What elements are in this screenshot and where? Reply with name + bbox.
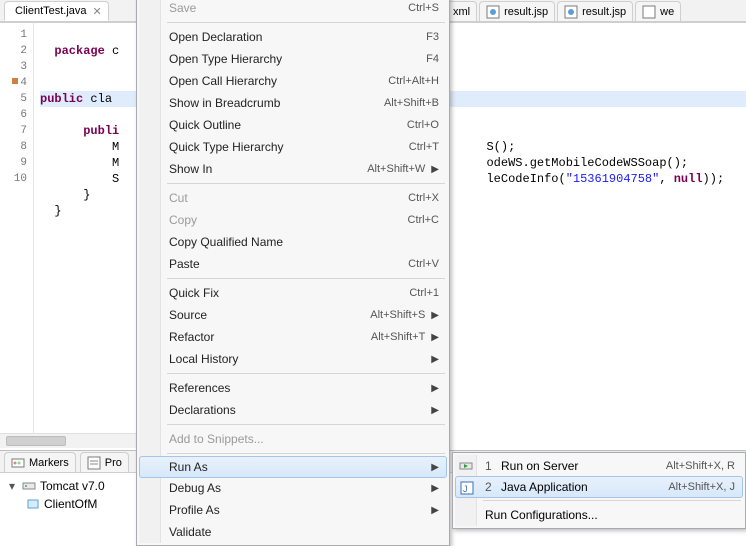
view-tab-pro[interactable]: Pro: [80, 452, 129, 472]
run-on-server-icon: [459, 459, 473, 473]
menu-item-refactor[interactable]: RefactorAlt+Shift+T▶: [139, 326, 447, 348]
menu-item-show-in[interactable]: Show InAlt+Shift+W▶: [139, 158, 447, 180]
menu-item-quick-outline[interactable]: Quick OutlineCtrl+O: [139, 114, 447, 136]
menu-item-open-call-hierarchy[interactable]: Open Call HierarchyCtrl+Alt+H: [139, 70, 447, 92]
editor-context-menu: Save Ctrl+S Open DeclarationF3 Open Type…: [136, 0, 450, 546]
view-tab-label: Pro: [105, 457, 122, 469]
tab-label: result.jsp: [582, 6, 626, 18]
close-icon[interactable]: ✕: [93, 5, 102, 18]
submenu-item-java-application[interactable]: J 2 Java Application Alt+Shift+X, J: [455, 476, 743, 498]
submenu-item-run-configurations[interactable]: Run Configurations...: [455, 504, 743, 526]
menu-separator: [167, 183, 445, 184]
menu-separator: [167, 373, 445, 374]
submenu-arrow-icon: ▶: [431, 483, 439, 494]
menu-item-quick-fix[interactable]: Quick FixCtrl+1: [139, 282, 447, 304]
tab-label: xml: [453, 6, 470, 18]
tab-xml[interactable]: xml: [446, 1, 477, 21]
menu-item-add-to-snippets[interactable]: Add to Snippets...: [139, 428, 447, 450]
menu-item-open-declaration[interactable]: Open DeclarationF3: [139, 26, 447, 48]
jsp-file-icon: [486, 5, 500, 19]
menu-item-declarations[interactable]: Declarations▶: [139, 399, 447, 421]
menu-item-open-type-hierarchy[interactable]: Open Type HierarchyF4: [139, 48, 447, 70]
server-icon: [22, 479, 36, 493]
menu-item-save[interactable]: Save Ctrl+S: [139, 0, 447, 19]
horizontal-scrollbar[interactable]: [0, 433, 136, 448]
run-as-submenu: 1 Run on Server Alt+Shift+X, R J 2 Java …: [452, 452, 746, 529]
submenu-arrow-icon: ▶: [431, 505, 439, 516]
menu-item-profile-as[interactable]: Profile As▶: [139, 499, 447, 521]
menu-separator: [167, 453, 445, 454]
menu-item-references[interactable]: References▶: [139, 377, 447, 399]
submenu-arrow-icon: ▶: [431, 462, 439, 473]
menu-item-paste[interactable]: PasteCtrl+V: [139, 253, 447, 275]
tab-we[interactable]: we: [635, 1, 681, 21]
menu-separator: [483, 500, 741, 501]
submenu-arrow-icon: ▶: [431, 164, 439, 175]
menu-item-cut[interactable]: CutCtrl+X: [139, 187, 447, 209]
tab-label: we: [660, 6, 674, 18]
submenu-arrow-icon: ▶: [431, 310, 439, 321]
submenu-arrow-icon: ▶: [431, 383, 439, 394]
menu-item-show-in-breadcrumb[interactable]: Show in BreadcrumbAlt+Shift+B: [139, 92, 447, 114]
menu-item-debug-as[interactable]: Debug As▶: [139, 477, 447, 499]
file-icon: [642, 5, 656, 19]
tab-result-jsp-2[interactable]: result.jsp: [557, 1, 633, 21]
properties-icon: [87, 456, 101, 470]
submenu-arrow-icon: ▶: [431, 405, 439, 416]
markers-icon: [11, 456, 25, 470]
tree-module-label: ClientOfM: [44, 497, 97, 511]
submenu-arrow-icon: ▶: [431, 332, 439, 343]
tree-server-label: Tomcat v7.0: [40, 479, 105, 493]
submenu-item-run-on-server[interactable]: 1 Run on Server Alt+Shift+X, R: [455, 455, 743, 477]
submenu-arrow-icon: ▶: [431, 354, 439, 365]
editor-gutter: 1 2 3 4 5 6 7 8 9 10: [0, 22, 34, 448]
menu-item-source[interactable]: SourceAlt+Shift+S▶: [139, 304, 447, 326]
view-tab-label: Markers: [29, 457, 69, 469]
menu-item-run-as[interactable]: Run As▶: [139, 456, 447, 478]
jsp-file-icon: [564, 5, 578, 19]
svg-text:J: J: [463, 484, 468, 494]
menu-separator: [167, 278, 445, 279]
menu-separator: [167, 22, 445, 23]
module-icon: [26, 497, 40, 511]
menu-item-local-history[interactable]: Local History▶: [139, 348, 447, 370]
menu-item-copy[interactable]: CopyCtrl+C: [139, 209, 447, 231]
editor-tab-bar-right: xml result.jsp result.jsp we: [446, 0, 746, 22]
editor-tab-clienttest[interactable]: J ClientTest.java ✕: [4, 1, 109, 21]
collapse-icon[interactable]: ▾: [6, 479, 18, 493]
editor-tab-label: ClientTest.java: [15, 5, 87, 17]
menu-item-copy-qualified-name[interactable]: Copy Qualified Name: [139, 231, 447, 253]
menu-item-validate[interactable]: Validate: [139, 521, 447, 543]
menu-item-quick-type-hierarchy[interactable]: Quick Type HierarchyCtrl+T: [139, 136, 447, 158]
menu-separator: [167, 424, 445, 425]
tab-result-jsp-1[interactable]: result.jsp: [479, 1, 555, 21]
java-application-icon: J: [460, 481, 474, 495]
tab-label: result.jsp: [504, 6, 548, 18]
view-tab-markers[interactable]: Markers: [4, 452, 76, 472]
